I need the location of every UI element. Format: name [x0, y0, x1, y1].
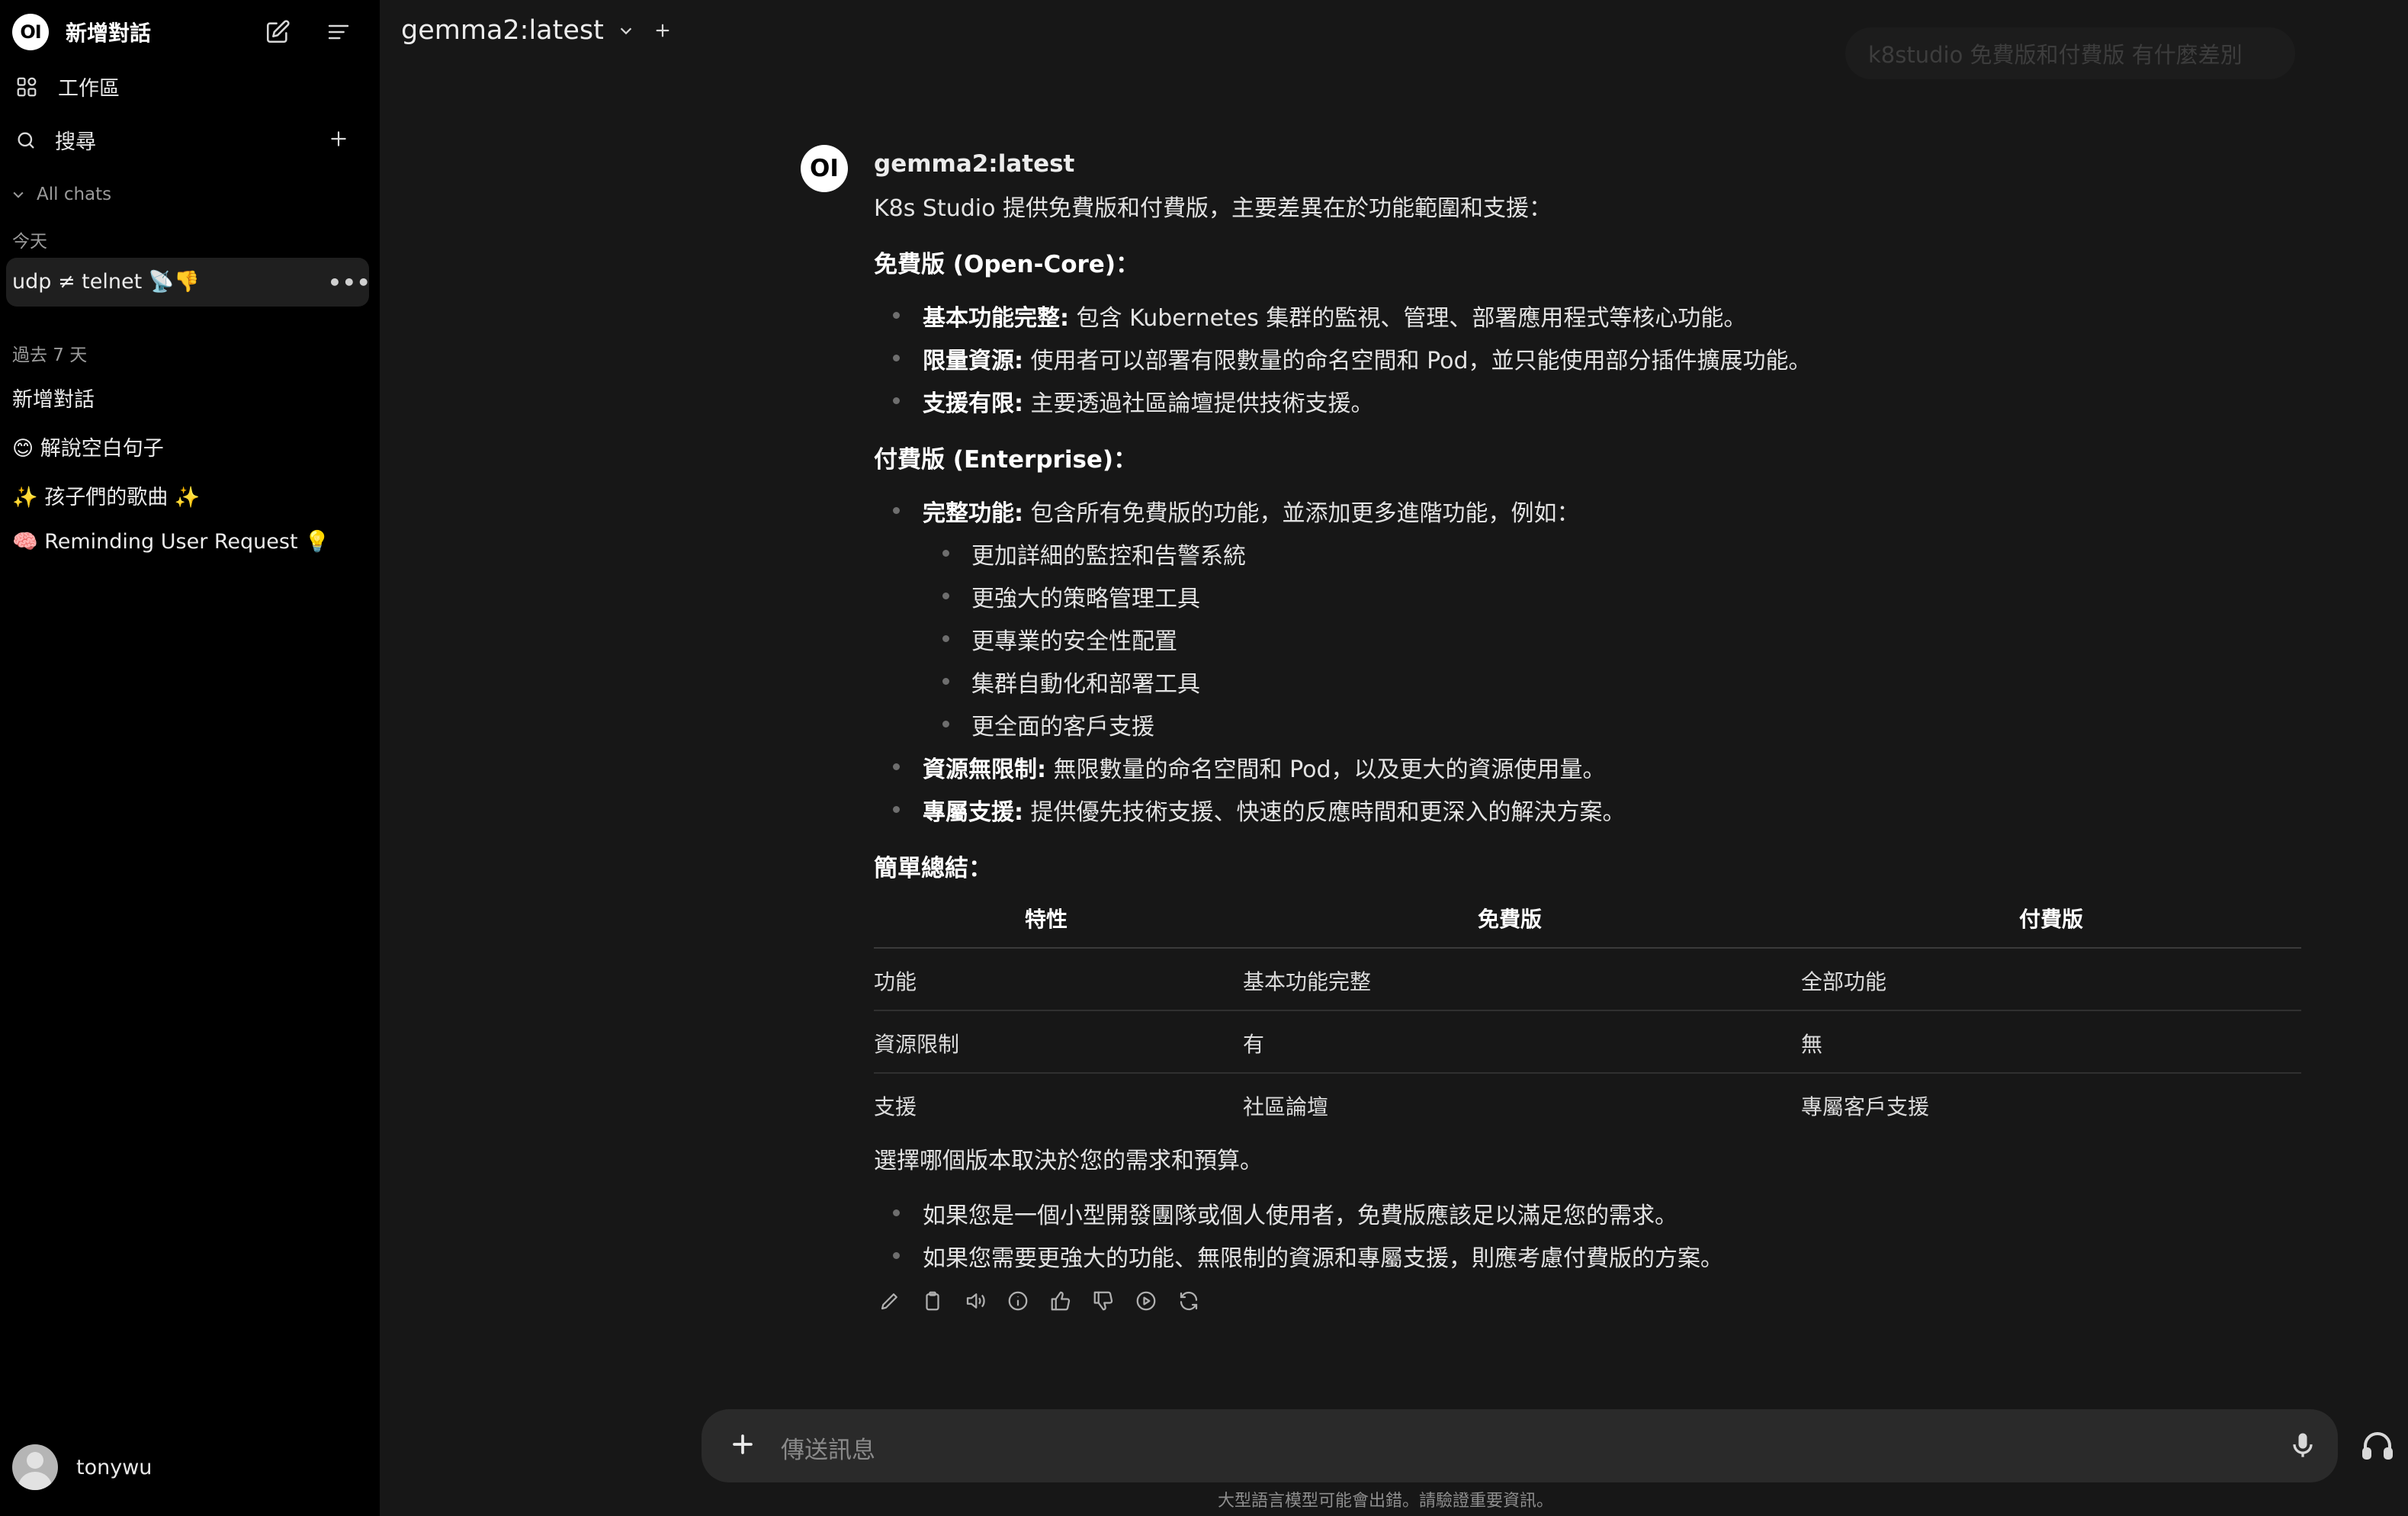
info-icon[interactable] — [1007, 1284, 1049, 1318]
user-name: tonywu — [76, 1455, 153, 1479]
intro-text: K8s Studio 提供免費版和付費版，主要差異在於功能範圍和支援： — [874, 195, 1552, 222]
attach-plus-icon[interactable] — [726, 1428, 759, 1464]
bullet-dot — [942, 550, 949, 557]
model-selector[interactable]: gemma2:latest — [401, 15, 671, 46]
speaker-icon[interactable] — [964, 1284, 1007, 1318]
free-heading: 免費版 (Open-Core)： — [874, 251, 1139, 278]
chat-item[interactable]: 😊 解說空白句子 — [12, 432, 164, 461]
bullet-dot — [942, 593, 949, 599]
message-actions — [878, 1284, 1220, 1318]
sub-list-item: 集群自動化和部署工具 — [971, 671, 1200, 698]
table-row: 功能 基本功能完整 全部功能 — [874, 949, 2301, 1011]
copy-icon[interactable] — [921, 1284, 964, 1318]
thumbs-down-icon[interactable] — [1092, 1284, 1135, 1318]
list-item: 基本功能完整: 包含 Kubernetes 集群的監視、管理、部署應用程式等核心… — [923, 305, 1747, 332]
all-chats-toggle[interactable]: All chats — [11, 185, 111, 204]
sidebar-toggle-icon[interactable] — [320, 14, 357, 50]
headphones-icon[interactable] — [2359, 1428, 2396, 1467]
bullet-dot — [942, 635, 949, 642]
edit-icon[interactable] — [878, 1284, 921, 1318]
table-header: 特性 — [1025, 907, 1068, 932]
list-item: 支援有限: 主要透過社區論壇提供技術支援。 — [923, 390, 1374, 417]
app-logo: OI — [12, 14, 49, 50]
more-options-icon[interactable]: ••• — [328, 270, 371, 295]
table-cell: 基本功能完整 — [1243, 969, 1372, 994]
table-cell: 社區論壇 — [1243, 1094, 1329, 1119]
all-chats-label: All chats — [37, 185, 112, 204]
microphone-icon[interactable] — [2286, 1429, 2320, 1466]
conclusion-text: 選擇哪個版本取決於您的需求和預算。 — [874, 1148, 1263, 1174]
sub-list-item: 更加詳細的監控和告警系統 — [971, 543, 1246, 570]
list-item: 完整功能: 包含所有免費版的功能，並添加更多進階功能，例如： — [923, 500, 1580, 527]
bullet-dot — [893, 312, 900, 319]
user-message-bubble: k8studio 免費版和付費版 有什麼差別 — [1845, 27, 2295, 79]
bullet-dot — [893, 355, 900, 361]
table-row: 支援 社區論壇 專屬客戶支援 — [874, 1074, 2301, 1135]
model-name: gemma2:latest — [401, 15, 604, 46]
table-cell: 專屬客戶支援 — [1801, 1094, 1930, 1119]
bullet-dot — [942, 678, 949, 685]
bullet-dot — [893, 806, 900, 813]
table-cell: 無 — [1801, 1032, 1823, 1057]
search-link[interactable]: 搜尋 — [15, 125, 96, 155]
model-avatar: OI — [801, 145, 848, 192]
continue-icon[interactable] — [1135, 1284, 1177, 1318]
table-header: 付費版 — [2019, 907, 2084, 932]
avatar — [12, 1444, 58, 1490]
chevron-down-icon — [620, 27, 632, 35]
table-row: 資源限制 有 無 — [874, 1011, 2301, 1074]
search-icon — [18, 132, 34, 148]
search-label: 搜尋 — [55, 130, 96, 154]
regenerate-icon[interactable] — [1177, 1284, 1220, 1318]
list-item: 資源無限制: 無限數量的命名空間和 Pod，以及更大的資源使用量。 — [923, 756, 1606, 783]
chat-item[interactable]: 新增對話 — [12, 383, 95, 413]
new-chat-label: 新增對話 — [66, 21, 152, 46]
list-item: 如果您是一個小型開發團隊或個人使用者，免費版應該足以滿足您的需求。 — [923, 1203, 1678, 1229]
table-cell: 支援 — [874, 1094, 917, 1119]
bullet-dot — [893, 397, 900, 404]
chat-item[interactable]: 🧠 Reminding User Request 💡 — [12, 529, 330, 554]
list-item: 如果您需要更強大的功能、無限制的資源和專屬支援，則應考慮付費版的方案。 — [923, 1245, 1723, 1272]
bullet-dot — [893, 1252, 900, 1259]
sub-list-item: 更全面的客戶支援 — [971, 714, 1154, 740]
bullet-dot — [893, 1209, 900, 1216]
new-chat-link[interactable]: OI 新增對話 — [12, 14, 151, 50]
table-header: 免費版 — [1478, 907, 1543, 932]
message-input-box[interactable]: 傳送訊息 — [702, 1409, 2338, 1482]
today-label: 今天 — [12, 232, 47, 252]
workspace-label: 工作區 — [58, 77, 120, 101]
table-cell: 資源限制 — [874, 1032, 960, 1057]
compose-icon[interactable] — [259, 14, 296, 50]
workspace-icon — [17, 77, 37, 96]
user-menu[interactable]: tonywu — [12, 1444, 152, 1490]
bullet-dot — [893, 763, 900, 770]
bullet-dot — [893, 507, 900, 514]
active-chat-title[interactable]: udp ≠ telnet 📡👎 — [12, 269, 200, 294]
message-input[interactable]: 傳送訊息 — [781, 1431, 875, 1465]
table-cell: 有 — [1243, 1032, 1265, 1057]
sub-list-item: 更專業的安全性配置 — [971, 628, 1177, 655]
message-model-name: gemma2:latest — [874, 150, 1075, 178]
list-item: 專屬支援: 提供優先技術支援、快速的反應時間和更深入的解決方案。 — [923, 799, 1626, 826]
sidebar: OI 新增對話 工作區 搜尋 All chats 今天 udp ≠ telnet… — [0, 0, 380, 1516]
add-model-icon[interactable] — [654, 22, 671, 39]
summary-heading: 簡單總結： — [874, 855, 992, 882]
chat-item[interactable]: ✨ 孩子們的歌曲 ✨ — [12, 480, 200, 510]
table-header-row: 特性 免費版 付費版 — [874, 892, 2301, 949]
add-folder-icon[interactable] — [320, 120, 357, 157]
workspace-link[interactable]: 工作區 — [15, 72, 120, 101]
sub-list-item: 更強大的策略管理工具 — [971, 586, 1200, 612]
disclaimer: 大型語言模型可能會出錯。請驗證重要資訊。 — [0, 1487, 2408, 1511]
list-item: 限量資源: 使用者可以部署有限數量的命名空間和 Pod，並只能使用部分插件擴展功… — [923, 348, 1812, 374]
thumbs-up-icon[interactable] — [1049, 1284, 1092, 1318]
past-7-days-label: 過去 7 天 — [12, 345, 88, 365]
chevron-down-icon — [13, 191, 24, 198]
disclaimer-text: 大型語言模型可能會出錯。請驗證重要資訊。 — [1217, 1492, 1553, 1511]
bullet-dot — [942, 721, 949, 727]
table-cell: 功能 — [874, 969, 917, 994]
table-cell: 全部功能 — [1801, 969, 1887, 994]
paid-heading: 付費版 (Enterprise)： — [874, 446, 1138, 474]
